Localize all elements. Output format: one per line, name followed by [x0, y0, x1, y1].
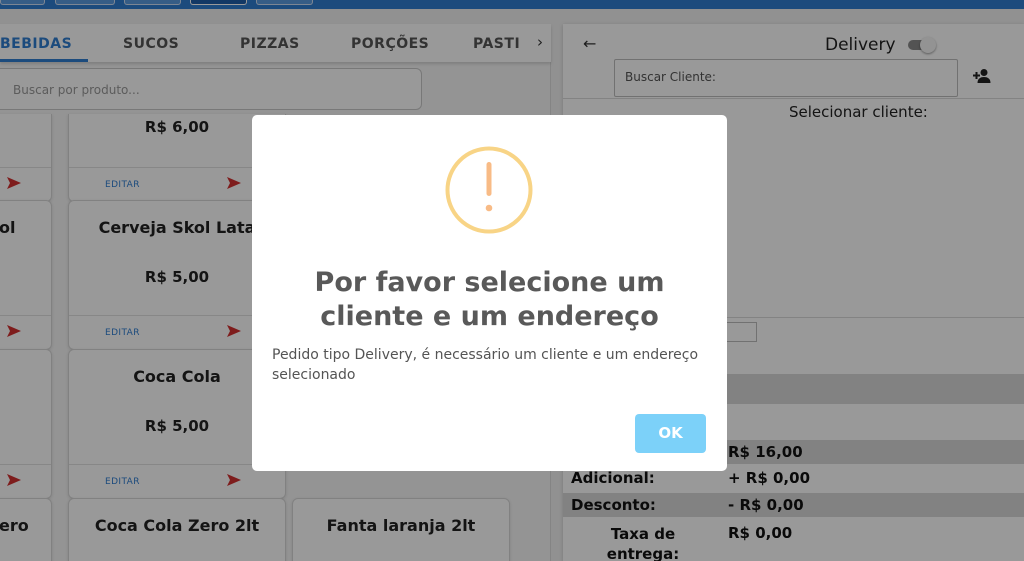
alert-dialog: Por favor selecione um cliente e um ende…	[252, 115, 727, 471]
modal-title: Por favor selecione um cliente e um ende…	[314, 267, 665, 332]
warning-icon	[445, 146, 533, 234]
modal-message: Pedido tipo Delivery, é necessário um cl…	[272, 347, 699, 383]
ok-button[interactable]: OK	[635, 414, 706, 453]
